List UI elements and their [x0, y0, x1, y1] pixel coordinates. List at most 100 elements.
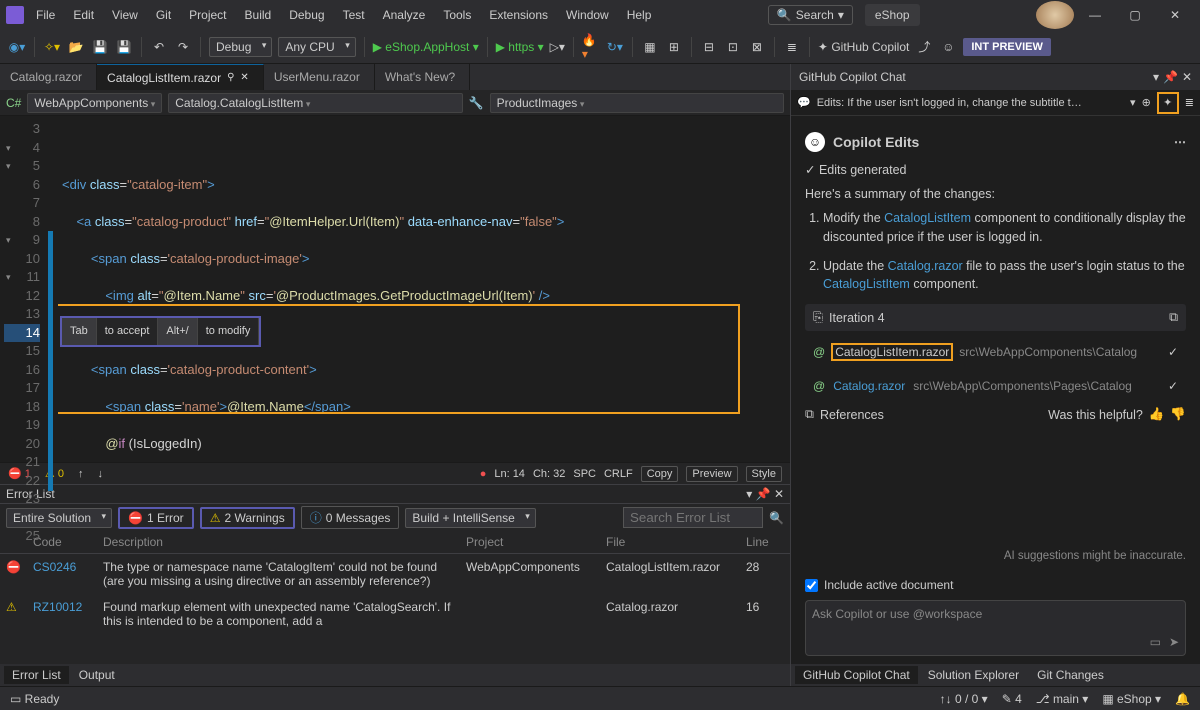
user-avatar-icon[interactable] [1036, 1, 1074, 29]
menu-build[interactable]: Build [237, 4, 280, 26]
title-search[interactable]: 🔍Search▾ [768, 5, 853, 25]
redo-icon[interactable]: ↷ [174, 38, 192, 56]
scope-dropdown[interactable]: Entire Solution [6, 508, 112, 528]
chevron-down-icon[interactable]: ▾ [1130, 96, 1136, 109]
send-icon[interactable]: ➤ [1169, 635, 1179, 649]
list-icon[interactable]: ≣ [1185, 96, 1194, 109]
config-dropdown[interactable]: Debug [209, 37, 272, 57]
tab-output[interactable]: Output [71, 666, 123, 684]
menu-debug[interactable]: Debug [281, 4, 332, 26]
err-code[interactable]: CS0246 [27, 554, 97, 595]
iteration-row[interactable]: ⎘ Iteration 4 ⧉ [805, 304, 1186, 331]
include-doc-checkbox[interactable]: Include active document [805, 578, 1186, 592]
menu-analyze[interactable]: Analyze [375, 4, 434, 26]
edits-status[interactable]: ✎ 4 [1002, 692, 1022, 706]
table-row[interactable]: ⛔ CS0246 The type or namespace name 'Cat… [0, 554, 790, 595]
type-crumb[interactable]: Catalog.CatalogListItem [168, 93, 462, 113]
references-row[interactable]: ⧉ References Was this helpful? 👍 👎 [805, 407, 1186, 422]
menu-edit[interactable]: Edit [65, 4, 102, 26]
nav-down-icon[interactable]: ↓ [97, 468, 103, 480]
indent-indicator[interactable]: SPC [573, 468, 596, 480]
col-indicator[interactable]: Ch: 32 [533, 468, 565, 480]
pin-icon[interactable]: 📌 [756, 487, 771, 501]
dropdown-icon[interactable]: ▾ [746, 487, 752, 501]
table-row[interactable]: ⚠ RZ10012 Found markup element with unex… [0, 594, 790, 634]
menu-view[interactable]: View [104, 4, 146, 26]
copy-icon[interactable]: ⧉ [1169, 310, 1178, 325]
messages-filter-button[interactable]: ⓘ0 Messages [301, 506, 400, 529]
branch-status[interactable]: ⎇ main ▾ [1036, 692, 1089, 706]
nav-back-icon[interactable]: ◉▾ [8, 38, 26, 56]
tab-errorlist[interactable]: Error List [4, 666, 69, 684]
style-button[interactable]: Style [746, 466, 782, 482]
save-all-icon[interactable]: 💾 [115, 38, 133, 56]
edits-summary[interactable]: Edits: If the user isn't logged in, chan… [817, 97, 1124, 109]
col-proj[interactable]: Project [460, 531, 600, 554]
solution-name[interactable]: eShop [865, 4, 920, 26]
new-item-icon[interactable]: ✧▾ [43, 38, 61, 56]
undo-icon[interactable]: ↶ [150, 38, 168, 56]
line-indicator[interactable]: Ln: 14 [494, 468, 525, 480]
tb-icon-b[interactable]: ⊞ [665, 38, 683, 56]
menu-extensions[interactable]: Extensions [481, 4, 556, 26]
member-crumb[interactable]: ProductImages [490, 93, 784, 113]
close-panel-icon[interactable]: ✕ [774, 487, 784, 501]
tb-icon-d[interactable]: ⊡ [724, 38, 742, 56]
close-icon[interactable]: ✕ [1182, 70, 1192, 84]
menu-window[interactable]: Window [558, 4, 617, 26]
tab-catalog[interactable]: Catalog.razor [0, 64, 97, 90]
include-doc-check[interactable] [805, 579, 818, 592]
start-https-button[interactable]: ▶ https ▾ [496, 40, 544, 54]
warnings-filter-button[interactable]: ⚠2 Warnings [200, 507, 295, 529]
file-ref-1[interactable]: @ CatalogListItem.razor src\WebAppCompon… [805, 337, 1186, 367]
link-cataloglistitem[interactable]: CatalogListItem [884, 211, 971, 225]
pin-icon[interactable]: ⚲ [227, 72, 234, 83]
project-crumb[interactable]: WebAppComponents [27, 93, 162, 113]
file-ref-2[interactable]: @ Catalog.razor src\WebApp\Components\Pa… [805, 373, 1186, 399]
tb-icon-a[interactable]: ▦ [641, 38, 659, 56]
search-icon[interactable]: 🔍 [769, 511, 784, 525]
maximize-button[interactable]: ▢ [1116, 1, 1154, 29]
tab-git-changes[interactable]: Git Changes [1029, 666, 1112, 684]
col-line[interactable]: Line [740, 531, 790, 554]
col-file[interactable]: File [600, 531, 740, 554]
more-icon[interactable]: ⋯ [1174, 135, 1186, 149]
code-content[interactable]: <div class="catalog-item"> <a class="cat… [58, 116, 790, 462]
nav-up-icon[interactable]: ↑ [78, 468, 84, 480]
tab-solution-explorer[interactable]: Solution Explorer [920, 666, 1027, 684]
error-search-input[interactable] [623, 507, 763, 528]
link-catalog-razor[interactable]: Catalog.razor [888, 259, 963, 273]
browser-link-icon[interactable]: ↻▾ [606, 38, 624, 56]
tab-whatsnew[interactable]: What's New? [375, 64, 470, 90]
copilot-edits-icon[interactable]: ✦ [1157, 92, 1179, 114]
copilot-input-box[interactable]: Ask Copilot or use @workspace ▭ ➤ [805, 600, 1186, 656]
tb-icon-c[interactable]: ⊟ [700, 38, 718, 56]
start-debug-button[interactable]: ▶ eShop.AppHost ▾ [373, 40, 479, 54]
menu-test[interactable]: Test [335, 4, 373, 26]
thumbs-up-icon[interactable]: 👍 [1149, 407, 1165, 422]
tab-cataloglistitem[interactable]: CatalogListItem.razor⚲✕ [97, 64, 264, 90]
col-desc[interactable]: Description [97, 531, 460, 554]
close-tab-icon[interactable]: ✕ [240, 72, 248, 83]
tb-icon-f[interactable]: ≣ [783, 38, 801, 56]
open-icon[interactable]: 📂 [67, 38, 85, 56]
thumbs-down-icon[interactable]: 👎 [1170, 407, 1186, 422]
feedback-icon[interactable]: ☺ [939, 38, 957, 56]
menu-project[interactable]: Project [181, 4, 234, 26]
minimize-button[interactable]: — [1076, 1, 1114, 29]
book-icon[interactable]: ▭ [1150, 635, 1161, 649]
hot-reload-icon[interactable]: 🔥▾ [582, 38, 600, 56]
menu-help[interactable]: Help [619, 4, 660, 26]
tb-icon-e[interactable]: ⊠ [748, 38, 766, 56]
warn-code[interactable]: RZ10012 [27, 594, 97, 634]
errors-filter-button[interactable]: ⛔1 Error [118, 507, 194, 529]
nav-status[interactable]: ↑↓ 0 / 0 ▾ [940, 692, 988, 706]
repo-status[interactable]: ▦ eShop ▾ [1102, 692, 1161, 706]
save-icon[interactable]: 💾 [91, 38, 109, 56]
notifications-icon[interactable]: 🔔 [1175, 692, 1190, 706]
eol-indicator[interactable]: CRLF [604, 468, 633, 480]
tab-copilot-chat[interactable]: GitHub Copilot Chat [795, 666, 918, 684]
alt-key[interactable]: Alt+/ [158, 318, 197, 345]
file-ref-name[interactable]: CatalogListItem.razor [831, 343, 953, 361]
close-button[interactable]: ✕ [1156, 1, 1194, 29]
